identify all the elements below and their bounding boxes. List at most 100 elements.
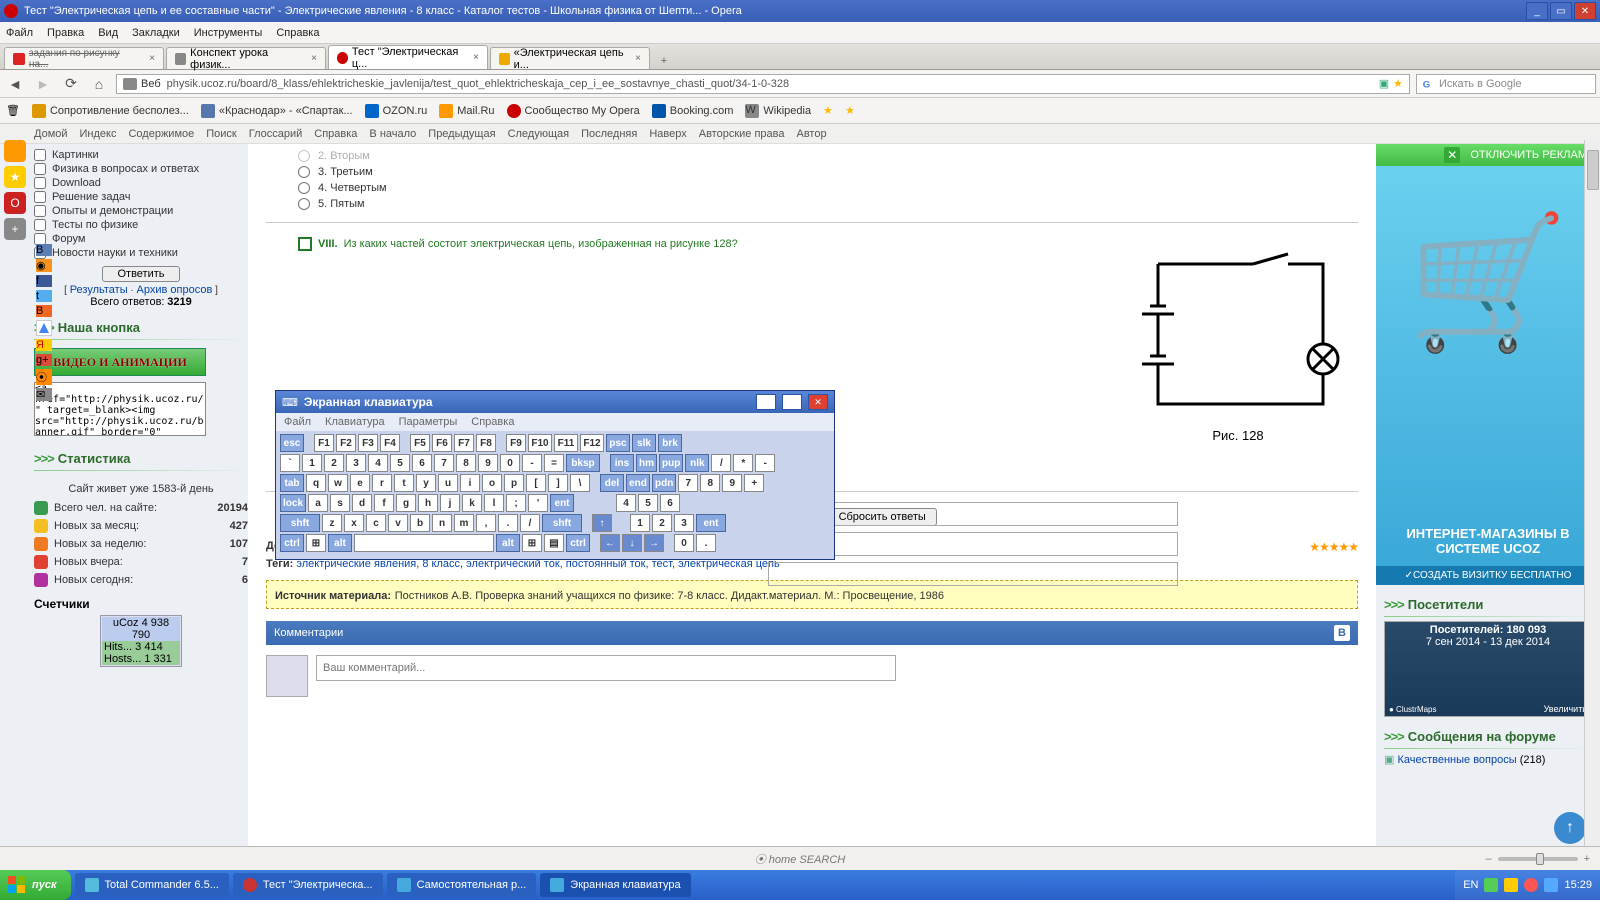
osk-key[interactable]: pup [659, 454, 683, 472]
osk-key[interactable]: k [462, 494, 482, 512]
osk-key[interactable]: j [440, 494, 460, 512]
osk-key[interactable]: F4 [380, 434, 400, 452]
sitenav-link[interactable]: Предыдущая [428, 128, 495, 140]
sitenav-link[interactable]: Содержимое [128, 128, 194, 140]
osk-key[interactable]: ] [548, 474, 568, 492]
site-banner[interactable]: ВИДЕО И АНИМАЦИИ [34, 348, 206, 376]
osk-key[interactable]: t [394, 474, 414, 492]
comment-input[interactable] [316, 655, 896, 681]
osk-key[interactable]: b [410, 514, 430, 532]
osk-key[interactable]: tab [280, 474, 304, 492]
osk-close-button[interactable]: ✕ [808, 394, 828, 410]
poll-option[interactable]: Опыты и демонстрации [34, 204, 248, 218]
quiz-option[interactable]: 2. Вторым [266, 148, 1358, 164]
osk-key[interactable]: h [418, 494, 438, 512]
new-tab-button[interactable]: + [656, 53, 672, 69]
checkbox[interactable] [34, 149, 46, 161]
osk-key[interactable]: end [626, 474, 650, 492]
maximize-button[interactable]: ▭ [1550, 2, 1572, 20]
osk-key[interactable]: ' [528, 494, 548, 512]
page-scrollbar[interactable] [1584, 140, 1600, 870]
osk-key[interactable]: i [460, 474, 480, 492]
osk-key[interactable]: ⊞ [306, 534, 326, 552]
rss-icon[interactable]: ▣ [1379, 77, 1389, 90]
osk-key[interactable]: 2 [652, 514, 672, 532]
osk-titlebar[interactable]: ⌨ Экранная клавиатура _ ▭ ✕ [276, 391, 834, 413]
answer-button[interactable]: Ответить [102, 266, 179, 282]
visitors-map[interactable]: Посетителей: 180 093 7 сен 2014 - 13 дек… [1384, 621, 1592, 717]
scrollbar-thumb[interactable] [1587, 150, 1599, 190]
tab-close-icon[interactable]: × [473, 52, 479, 63]
tray-icon[interactable] [1524, 878, 1538, 892]
taskbar-button[interactable]: Total Commander 6.5... [75, 873, 229, 897]
osk-key[interactable]: lock [280, 494, 306, 512]
osk-key[interactable]: g [396, 494, 416, 512]
taskbar-button[interactable]: Самостоятельная р... [387, 873, 537, 897]
sitenav-link[interactable]: Индекс [80, 128, 117, 140]
tab-close-icon[interactable]: × [635, 53, 641, 64]
ad-image[interactable]: 🛒 ИНТЕРНЕТ-МАГАЗИНЫ В СИСТЕМЕ UCOZ [1376, 166, 1600, 566]
osk-menu-item[interactable]: Клавиатура [325, 416, 385, 428]
ok-share-icon[interactable]: ◉ [36, 259, 52, 272]
osk-key[interactable]: 9 [722, 474, 742, 492]
osk-key[interactable]: e [350, 474, 370, 492]
osk-key[interactable]: w [328, 474, 348, 492]
osk-key[interactable]: 8 [700, 474, 720, 492]
trash-icon[interactable]: 🗑 [6, 104, 20, 117]
rss-share-icon[interactable]: ⦿ [36, 369, 52, 385]
poll-option[interactable]: Download [34, 176, 248, 190]
osk-key[interactable]: F8 [476, 434, 496, 452]
quiz-option[interactable]: 5. Пятым [266, 196, 1358, 212]
osk-key[interactable]: F1 [314, 434, 334, 452]
osk-key[interactable]: d [352, 494, 372, 512]
osk-key[interactable]: . [498, 514, 518, 532]
osk-key[interactable]: / [711, 454, 731, 472]
osk-key[interactable]: ent [696, 514, 726, 532]
url-input[interactable]: Веб physik.ucoz.ru/board/8_klass/ehlektr… [116, 74, 1410, 94]
osk-key[interactable]: alt [328, 534, 352, 552]
gmaps-share-icon[interactable] [36, 320, 52, 336]
osk-key[interactable]: ` [280, 454, 300, 472]
osk-key[interactable]: ins [610, 454, 634, 472]
radio[interactable] [298, 182, 310, 194]
sitenav-link[interactable]: Справка [314, 128, 357, 140]
browser-tab[interactable]: «Электрическая цепь и...× [490, 47, 650, 69]
close-button[interactable]: ✕ [1574, 2, 1596, 20]
tray-icon[interactable] [1544, 878, 1558, 892]
osk-key[interactable]: v [388, 514, 408, 532]
menu-tools[interactable]: Инструменты [194, 27, 263, 39]
osk-menu-item[interactable]: Справка [471, 416, 514, 428]
sitenav-link[interactable]: Глоссарий [249, 128, 303, 140]
osk-menu-item[interactable]: Параметры [399, 416, 458, 428]
menu-bookmarks[interactable]: Закладки [132, 27, 180, 39]
browser-tab[interactable]: Конспект урока физик...× [166, 47, 326, 69]
osk-key[interactable]: F3 [358, 434, 378, 452]
slider-thumb[interactable] [1536, 853, 1544, 865]
osk-key[interactable]: 9 [478, 454, 498, 472]
on-screen-keyboard[interactable]: ⌨ Экранная клавиатура _ ▭ ✕ Файл Клавиат… [275, 390, 835, 560]
osk-key[interactable]: F7 [454, 434, 474, 452]
osk-key[interactable]: 7 [678, 474, 698, 492]
bookmark-item[interactable]: Booking.com [652, 104, 734, 118]
sitenav-link[interactable]: Авторские права [699, 128, 785, 140]
bookmark-item[interactable]: WWikipedia [745, 104, 811, 118]
sitenav-link[interactable]: Наверх [649, 128, 686, 140]
osk-key[interactable]: s [330, 494, 350, 512]
taskbar-button[interactable]: Тест "Электрическа... [233, 873, 383, 897]
checkbox[interactable] [34, 219, 46, 231]
osk-key[interactable]: 6 [660, 494, 680, 512]
osk-key[interactable]: F9 [506, 434, 526, 452]
osk-menu-item[interactable]: Файл [284, 416, 311, 428]
checkbox[interactable] [34, 205, 46, 217]
osk-key[interactable]: u [438, 474, 458, 492]
taskbar-button[interactable]: Экранная клавиатура [540, 873, 690, 897]
osk-key[interactable]: y [416, 474, 436, 492]
sitenav-link[interactable]: Поиск [206, 128, 236, 140]
zoom-slider[interactable] [1498, 857, 1578, 861]
osk-key[interactable]: = [544, 454, 564, 472]
reload-button[interactable]: ⟳ [60, 73, 82, 95]
osk-key[interactable]: ctrl [280, 534, 304, 552]
osk-key[interactable]: 0 [674, 534, 694, 552]
poll-option[interactable]: Картинки [34, 148, 248, 162]
osk-key[interactable]: ← [600, 534, 620, 552]
